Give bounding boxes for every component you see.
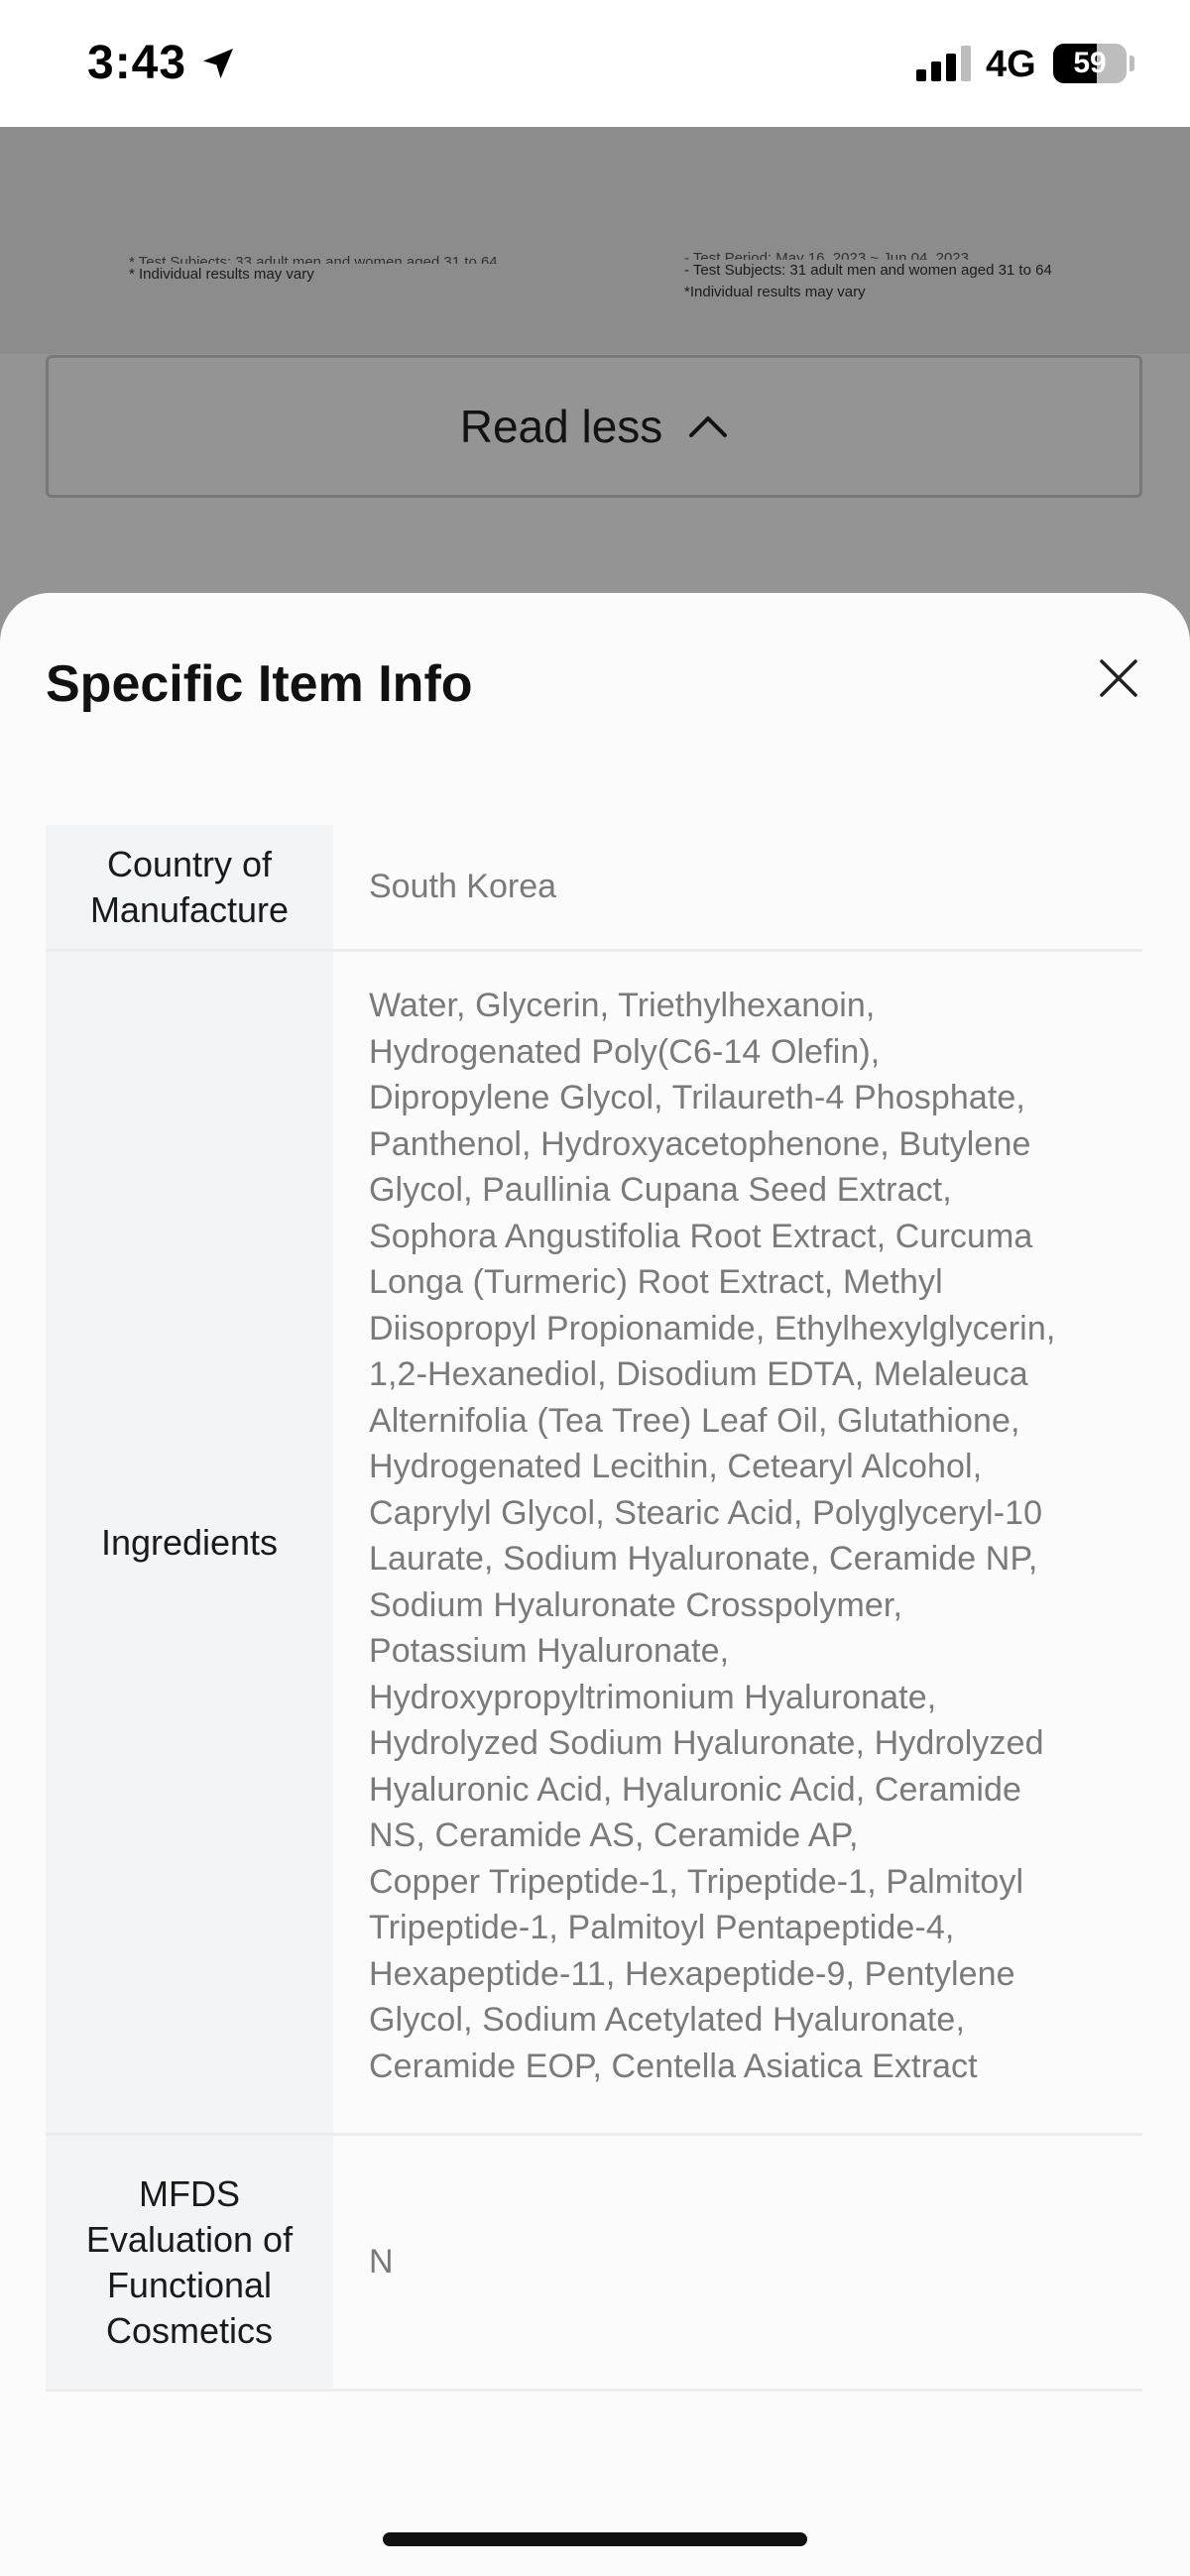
row-value-country-text: South Korea bbox=[369, 868, 557, 906]
location-arrow-icon bbox=[203, 49, 233, 78]
status-time: 3:43 bbox=[87, 37, 187, 89]
row-value-mfds-text: N bbox=[369, 2243, 394, 2282]
battery-level: 59 bbox=[1073, 47, 1107, 79]
app-screen: 3:43 4G 59 * Test Subjects: 33 adult men… bbox=[0, 0, 1190, 2576]
table-row-ingredients: Ingredients Water, Glycerin, Triethylhex… bbox=[46, 952, 1142, 2136]
row-label-country-text: Country of Manufacture bbox=[89, 843, 290, 930]
sheet-title: Specific Item Info bbox=[46, 655, 473, 713]
status-bar: 3:43 4G 59 bbox=[0, 0, 1190, 127]
close-icon bbox=[1100, 659, 1137, 697]
item-info-sheet: Specific Item Info Country of Manufactur… bbox=[0, 593, 1190, 2576]
row-value-mfds: N bbox=[333, 2136, 1142, 2389]
cellular-signal-icon bbox=[916, 46, 971, 81]
network-type: 4G bbox=[986, 44, 1036, 85]
home-indicator[interactable] bbox=[383, 2532, 807, 2546]
row-value-country: South Korea bbox=[333, 825, 1142, 949]
row-label-country: Country of Manufacture bbox=[46, 825, 333, 949]
battery-cap bbox=[1130, 56, 1134, 71]
battery-icon: 59 bbox=[1053, 44, 1127, 83]
close-button[interactable] bbox=[1089, 648, 1148, 708]
row-label-ingredients: Ingredients bbox=[46, 952, 333, 2133]
table-row-country: Country of Manufacture South Korea bbox=[46, 825, 1142, 952]
row-label-ingredients-text: Ingredients bbox=[100, 1521, 279, 1563]
row-label-mfds-text: MFDS Evaluation of Functional Cosmetics bbox=[85, 2172, 294, 2351]
table-row-mfds: MFDS Evaluation of Functional Cosmetics … bbox=[46, 2136, 1142, 2392]
row-label-mfds: MFDS Evaluation of Functional Cosmetics bbox=[46, 2136, 333, 2389]
row-value-ingredients-text: Water, Glycerin, Triethylhexanoin, Hydro… bbox=[369, 987, 1056, 2085]
row-value-ingredients: Water, Glycerin, Triethylhexanoin, Hydro… bbox=[333, 952, 1142, 2133]
item-info-table: Country of Manufacture South Korea Ingre… bbox=[46, 825, 1142, 2392]
